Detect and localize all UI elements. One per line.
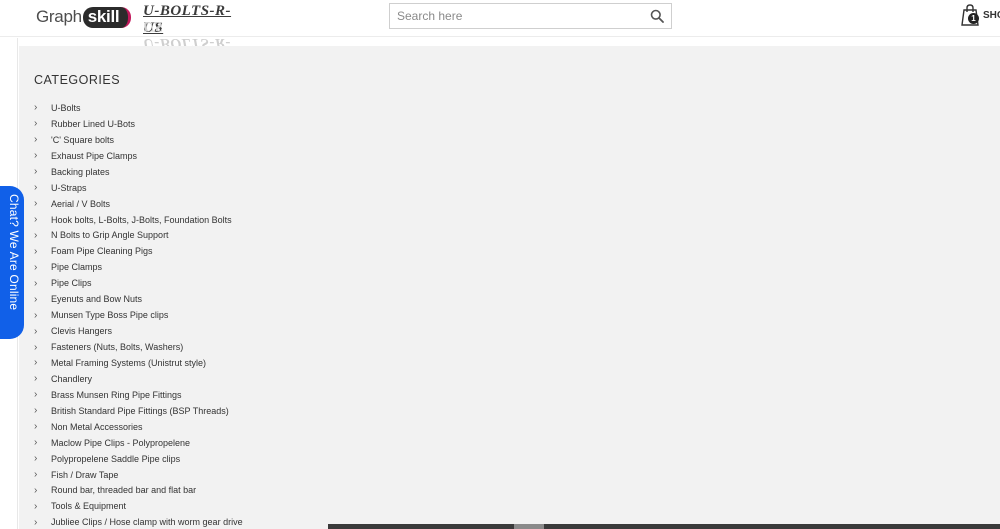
category-item[interactable]: › Polypropelene Saddle Pipe clips xyxy=(33,451,243,467)
chevron-right-icon: › xyxy=(34,469,38,481)
scrollbar-thumb[interactable] xyxy=(514,524,544,529)
chat-widget-tab[interactable]: Chat? We Are Online xyxy=(0,186,24,339)
chevron-right-icon: › xyxy=(34,325,38,337)
category-item[interactable]: › Foam Pipe Cleaning Pigs xyxy=(33,243,243,259)
category-list: › U-Bolts › Rubber Lined U-Bots › 'C' Squar… xyxy=(33,100,243,529)
category-item[interactable]: › Round bar, threaded bar and flat bar xyxy=(33,483,243,499)
category-item[interactable]: › Tools & Equipment xyxy=(33,498,243,514)
cart-label: SHO xyxy=(983,10,1000,21)
category-item[interactable]: › Munsen Type Boss Pipe clips xyxy=(33,307,243,323)
chevron-right-icon: › xyxy=(34,357,38,369)
category-item[interactable]: › Pipe Clips xyxy=(33,275,243,291)
category-item[interactable]: › N Bolts to Grip Angle Support xyxy=(33,228,243,244)
category-item[interactable]: › 'C' Square bolts xyxy=(33,132,243,148)
category-item[interactable]: › Fasteners (Nuts, Bolts, Washers) xyxy=(33,339,243,355)
chevron-right-icon: › xyxy=(34,261,38,273)
graphskill-logo[interactable]: Graph skill xyxy=(36,6,132,28)
search-box xyxy=(389,3,672,29)
category-item[interactable]: › Clevis Hangers xyxy=(33,323,243,339)
category-item[interactable]: › Fish / Draw Tape xyxy=(33,467,243,483)
chevron-right-icon: › xyxy=(34,102,38,114)
chevron-right-icon: › xyxy=(34,229,38,241)
chat-widget-label: Chat? We Are Online xyxy=(7,194,21,311)
chevron-right-icon: › xyxy=(34,293,38,305)
category-item[interactable]: › Pipe Clamps xyxy=(33,259,243,275)
chevron-right-icon: › xyxy=(34,516,38,528)
category-item[interactable]: › U-Bolts xyxy=(33,100,243,116)
category-item[interactable]: › British Standard Pipe Fittings (BSP Thr… xyxy=(33,403,243,419)
chevron-right-icon: › xyxy=(34,421,38,433)
chevron-right-icon: › xyxy=(34,500,38,512)
category-item[interactable]: › Hook bolts, L-Bolts, J-Bolts, Foundatio… xyxy=(33,212,243,228)
categories-title: CATEGORIES xyxy=(34,73,121,87)
category-item[interactable]: › Aerial / V Bolts xyxy=(33,196,243,212)
chevron-right-icon: › xyxy=(34,134,38,146)
chevron-right-icon: › xyxy=(34,277,38,289)
search-icon[interactable] xyxy=(650,9,664,23)
chevron-right-icon: › xyxy=(34,389,38,401)
chevron-right-icon: › xyxy=(34,150,38,162)
category-item[interactable]: › Chandlery xyxy=(33,371,243,387)
horizontal-scrollbar[interactable] xyxy=(328,524,1000,529)
chevron-right-icon: › xyxy=(34,373,38,385)
cart-count-badge: 1 xyxy=(968,13,979,24)
category-item[interactable]: › Brass Munsen Ring Pipe Fittings xyxy=(33,387,243,403)
category-item[interactable]: › Eyenuts and Bow Nuts xyxy=(33,291,243,307)
category-item[interactable]: › Jubliee Clips / Hose clamp with worm ge… xyxy=(33,514,243,529)
category-item[interactable]: › U-Straps xyxy=(33,180,243,196)
category-item[interactable]: › Backing plates xyxy=(33,164,243,180)
chevron-right-icon: › xyxy=(34,182,38,194)
chevron-right-icon: › xyxy=(34,341,38,353)
category-item[interactable]: › Non Metal Accessories xyxy=(33,419,243,435)
category-item[interactable]: › Maclow Pipe Clips - Polypropelene xyxy=(33,435,243,451)
chevron-right-icon: › xyxy=(34,453,38,465)
chevron-right-icon: › xyxy=(34,405,38,417)
chevron-right-icon: › xyxy=(34,214,38,226)
ubolts-logo[interactable]: U-BOLTS-R-US U-BOLTS-R-US xyxy=(143,3,233,51)
category-item[interactable]: › Exhaust Pipe Clamps xyxy=(33,148,243,164)
category-item[interactable]: › Metal Framing Systems (Unistrut style) xyxy=(33,355,243,371)
chevron-right-icon: › xyxy=(34,245,38,257)
chevron-right-icon: › xyxy=(34,198,38,210)
chevron-right-icon: › xyxy=(34,437,38,449)
category-item[interactable]: › Rubber Lined U-Bots xyxy=(33,116,243,132)
chevron-right-icon: › xyxy=(34,309,38,321)
site-header: Graphskill U-BOLTS-R-US U-BOLTS-R-US 1 S… xyxy=(0,0,1000,51)
search-input[interactable] xyxy=(390,4,640,28)
chevron-right-icon: › xyxy=(34,484,38,496)
cart-button[interactable]: 1 SHO xyxy=(958,4,1000,28)
chevron-right-icon: › xyxy=(34,118,38,130)
chevron-right-icon: › xyxy=(34,166,38,178)
